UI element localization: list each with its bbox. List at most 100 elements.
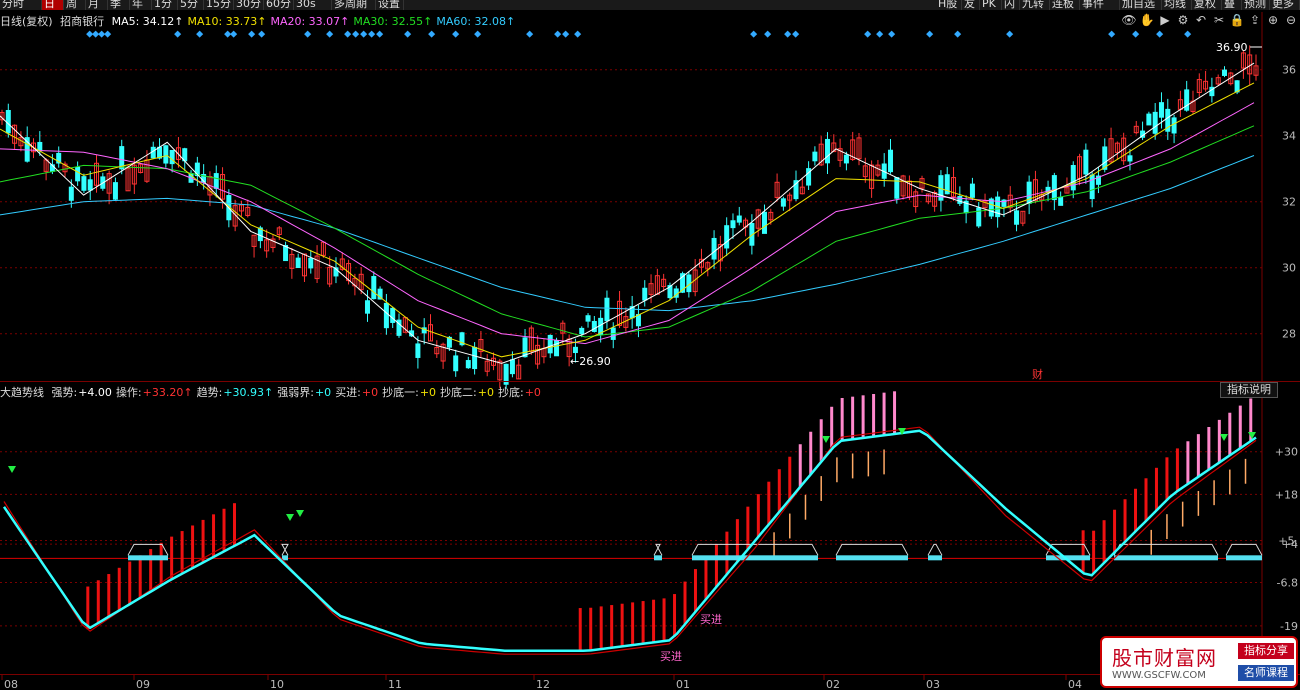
signal-diamond: [1006, 30, 1014, 38]
strength-outline: [835, 543, 909, 556]
y-tick-label: 30: [1282, 262, 1296, 275]
candle-body: [390, 307, 396, 323]
indicator-field-value: +30.93↑: [223, 386, 274, 399]
candle-body: [554, 340, 560, 357]
candle-body: [888, 149, 894, 173]
signal-diamond: [526, 30, 534, 38]
indicator-tick: +5.: [1278, 535, 1298, 548]
signal-diamond: [784, 30, 792, 38]
buy-label: 买进: [660, 650, 682, 663]
signal-diamond: [368, 30, 376, 38]
x-tick-label: 10: [270, 678, 284, 690]
strength-band: [692, 555, 818, 561]
watermark-logo: 股市财富网 WWW.GSCFW.COM 指标分享 名师课程: [1100, 636, 1298, 688]
sell-signal-arrow: [286, 514, 294, 521]
signal-diamond: [452, 30, 460, 38]
indicator-field-value: +4.00: [78, 386, 112, 399]
watermark-tag-course[interactable]: 名师课程: [1238, 665, 1294, 681]
strength-outline: [281, 543, 289, 556]
price-chart[interactable]: 363432302836.90←26.90财+4+30+18+5.-6.8-19…: [0, 0, 1300, 690]
signal-diamond: [248, 30, 256, 38]
candle-body: [1014, 210, 1020, 225]
candle-body: [585, 315, 591, 322]
indicator-legend: 大趋势线 强势:+4.00 操作:+33.20↑ 趋势:+30.93↑ 强弱界:+0 买…: [0, 384, 549, 399]
candle-body: [453, 355, 459, 372]
candle-body: [724, 225, 730, 249]
buy-label: 买进: [700, 613, 722, 626]
indicator-field-label: 抄底:: [498, 386, 524, 399]
candle-body: [157, 146, 163, 159]
signal-diamond: [326, 30, 334, 38]
candle-body: [736, 215, 742, 223]
signal-diamond: [926, 30, 934, 38]
candle-body: [1221, 69, 1227, 76]
y-tick-label: 34: [1282, 130, 1296, 143]
signal-diamond: [376, 30, 384, 38]
indicator-field-label: 趋势:: [196, 386, 223, 399]
candle-body: [579, 327, 585, 335]
candle-body: [547, 334, 553, 354]
candle-body: [761, 211, 767, 234]
indicator-field-value: +0: [314, 386, 332, 399]
signal-diamond: [954, 30, 962, 38]
watermark-url: WWW.GSCFW.COM: [1112, 670, 1206, 681]
candle-body: [604, 297, 610, 322]
signal-diamond: [792, 30, 800, 38]
candle-body: [112, 182, 118, 200]
indicator-field-label: 抄底一:: [382, 386, 419, 399]
x-tick-label: 11: [388, 678, 402, 690]
indicator-tick: -19: [1280, 620, 1298, 633]
candle-body: [283, 245, 289, 262]
signal-diamond: [230, 30, 238, 38]
signal-diamond: [1156, 30, 1164, 38]
ma-line-ma60: [0, 155, 1255, 312]
indicator-field-label: 强势:: [51, 386, 78, 399]
candle-body: [780, 198, 786, 207]
strength-outline: [927, 543, 943, 556]
signal-diamond: [764, 30, 772, 38]
signal-diamond: [196, 30, 204, 38]
x-tick-label: 01: [676, 678, 690, 690]
sell-signal-arrow: [8, 466, 16, 473]
signal-diamond: [304, 30, 312, 38]
candle-body: [371, 276, 377, 300]
strength-outline: [1225, 543, 1263, 556]
indicator-field-label: 操作:: [115, 386, 142, 399]
strength-band: [836, 555, 908, 561]
x-tick-label: 03: [926, 678, 940, 690]
signal-diamond: [360, 30, 368, 38]
sell-signal-arrow: [1220, 434, 1228, 441]
indicator-field-value: +33.20↑: [142, 386, 193, 399]
indicator-help-button[interactable]: 指标说明: [1220, 382, 1278, 398]
candle-body: [1089, 174, 1095, 200]
candle-body: [957, 195, 963, 204]
candle-body: [295, 257, 301, 269]
candle-body: [730, 220, 736, 229]
candle-body: [169, 149, 175, 165]
candle-body: [37, 141, 43, 152]
signal-diamond: [562, 30, 570, 38]
candle-body: [5, 110, 11, 134]
indicator-name: 大趋势线: [0, 386, 44, 399]
candle-body: [472, 346, 478, 370]
candle-body: [1234, 80, 1240, 93]
sell-signal-arrow: [296, 510, 304, 517]
indicator-tick: +30: [1275, 446, 1298, 459]
signal-diamond: [344, 30, 352, 38]
indicator-field-label: 买进:: [335, 386, 361, 399]
strength-band: [128, 555, 168, 561]
signal-diamond: [876, 30, 884, 38]
candle-body: [415, 343, 421, 358]
indicator-field-label: 强弱界:: [277, 386, 314, 399]
candle-body: [1026, 181, 1032, 204]
candle-body: [75, 166, 81, 182]
x-tick-label: 09: [136, 678, 150, 690]
candle-body: [364, 300, 370, 314]
signal-diamond: [574, 30, 582, 38]
candle-body: [81, 176, 87, 191]
candle-body: [988, 198, 994, 217]
signal-diamond: [1184, 30, 1192, 38]
watermark-tag-share[interactable]: 指标分享: [1238, 643, 1294, 659]
ma-line-ma30: [0, 125, 1255, 338]
indicator-field-value: +0: [524, 386, 541, 399]
